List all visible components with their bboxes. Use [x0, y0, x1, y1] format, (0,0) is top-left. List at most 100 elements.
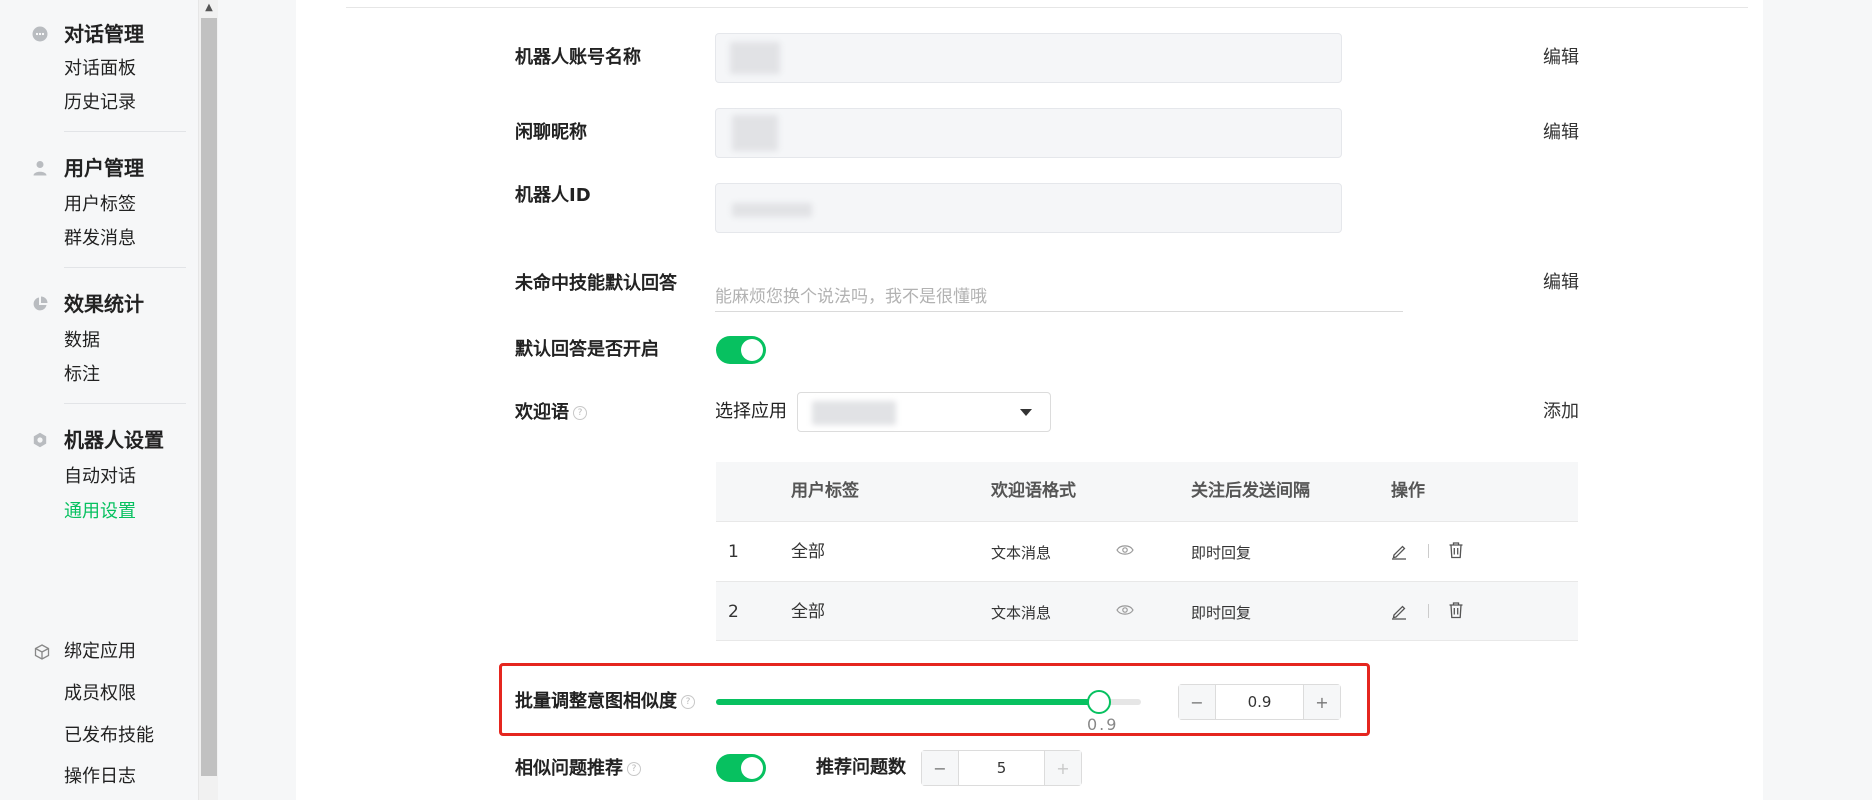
trash-icon[interactable]: [1447, 601, 1465, 619]
chat-bubble-icon: [32, 26, 48, 42]
toggle-knob: [741, 339, 763, 361]
default-reply-label: 未命中技能默认回答: [515, 273, 677, 294]
table-header: 用户标签 欢迎语格式 关注后发送间隔 操作: [716, 462, 1578, 521]
pencil-icon[interactable]: [1390, 602, 1408, 620]
default-reply-toggle[interactable]: [716, 336, 766, 364]
account-name-field[interactable]: [715, 33, 1342, 83]
column-header: 操作: [1391, 481, 1425, 501]
help-icon[interactable]: ?: [573, 406, 587, 420]
sidebar-item-bind-app[interactable]: 绑定应用: [64, 640, 136, 664]
redacted-value: [812, 401, 896, 425]
sidebar-item-auto-dialog[interactable]: 自动对话: [64, 465, 136, 489]
row-interval: 即时回复: [1191, 544, 1252, 562]
column-header: 欢迎语格式: [991, 481, 1076, 501]
row-format: 文本消息: [991, 604, 1052, 622]
column-header: 用户标签: [791, 481, 859, 501]
cube-icon: [34, 644, 50, 660]
sidebar-item-data[interactable]: 数据: [64, 329, 100, 353]
account-name-label: 机器人账号名称: [515, 47, 641, 68]
default-reply-edit-link[interactable]: 编辑: [1543, 271, 1579, 295]
sidebar-item-dialog-panel[interactable]: 对话面板: [64, 57, 136, 81]
decrement-button[interactable]: −: [922, 751, 959, 785]
row-user-tag: 全部: [791, 602, 825, 622]
increment-button[interactable]: +: [1044, 751, 1081, 785]
welcome-table: 用户标签 欢迎语格式 关注后发送间隔 操作 1 全部 文本消息 即时回复 2 全…: [716, 462, 1578, 641]
robot-id-label: 机器人ID: [515, 185, 591, 206]
welcome-add-link[interactable]: 添加: [1543, 400, 1579, 424]
toggle-knob: [741, 757, 763, 779]
increment-button[interactable]: +: [1303, 685, 1340, 719]
sidebar-item-operation-log[interactable]: 操作日志: [64, 765, 136, 789]
default-reply-placeholder: 能麻烦您换个说法吗，我不是很懂哦: [715, 287, 987, 307]
user-icon: [33, 161, 47, 176]
eye-icon[interactable]: [1116, 544, 1134, 556]
stepper-value[interactable]: 5: [959, 751, 1044, 785]
app-select[interactable]: [797, 392, 1051, 432]
recommend-toggle[interactable]: [716, 754, 766, 782]
sidebar-group-title: 机器人设置: [64, 428, 164, 452]
slider-fill: [716, 699, 1099, 705]
similarity-slider[interactable]: [716, 690, 1141, 714]
chat-nickname-edit-link[interactable]: 编辑: [1543, 121, 1579, 145]
sidebar-divider: [64, 403, 186, 404]
sidebar-item-published-skills[interactable]: 已发布技能: [64, 724, 154, 748]
row-user-tag: 全部: [791, 542, 825, 562]
sidebar-group-title: 用户管理: [64, 156, 144, 180]
row-index: 2: [728, 602, 739, 622]
action-divider: [1428, 544, 1429, 558]
page-gutter-left: [218, 0, 296, 800]
pie-chart-icon: [33, 296, 48, 311]
redacted-value: [730, 42, 780, 74]
row-interval: 即时回复: [1191, 604, 1252, 622]
sidebar-group-title: 对话管理: [64, 22, 144, 46]
select-app-label: 选择应用: [715, 401, 787, 422]
trash-icon[interactable]: [1447, 541, 1465, 559]
account-name-edit-link[interactable]: 编辑: [1543, 46, 1579, 70]
recommend-label: 相似问题推荐: [515, 758, 623, 779]
sidebar-item-history[interactable]: 历史记录: [64, 91, 136, 115]
recommend-label-row: 相似问题推荐?: [515, 757, 641, 781]
help-icon[interactable]: ?: [681, 695, 695, 709]
app-root: 对话管理 对话面板 历史记录 用户管理 用户标签 群发消息 效果统计 数据 标注: [0, 0, 1872, 800]
sidebar-item-broadcast[interactable]: 群发消息: [64, 227, 136, 251]
stepper-value[interactable]: 0.9: [1216, 685, 1303, 719]
scrollbar-thumb[interactable]: [201, 18, 217, 776]
chat-nickname-field[interactable]: [715, 108, 1342, 158]
recommend-count-stepper[interactable]: − 5 +: [921, 750, 1082, 786]
default-reply-input[interactable]: 能麻烦您换个说法吗，我不是很懂哦: [715, 272, 1403, 312]
section-divider: [346, 7, 1748, 8]
sidebar-item-annotation[interactable]: 标注: [64, 363, 100, 387]
sidebar-divider: [64, 131, 186, 132]
slider-value-label: 0.9: [1087, 715, 1119, 734]
sidebar-item-general-settings[interactable]: 通用设置: [64, 500, 136, 524]
redacted-value: [732, 115, 778, 151]
similarity-label-row: 批量调整意图相似度?: [515, 690, 695, 714]
redacted-value: [732, 203, 812, 217]
row-format: 文本消息: [991, 544, 1052, 562]
robot-id-field: [715, 183, 1342, 233]
page-gutter-right: [1763, 0, 1872, 800]
similarity-label: 批量调整意图相似度: [515, 691, 677, 712]
sidebar-item-user-tags[interactable]: 用户标签: [64, 193, 136, 217]
chevron-down-icon: [1020, 409, 1032, 416]
sidebar-item-member-permissions[interactable]: 成员权限: [64, 682, 136, 706]
default-reply-enabled-label: 默认回答是否开启: [515, 339, 659, 360]
slider-handle[interactable]: [1087, 690, 1111, 714]
welcome-label: 欢迎语: [515, 402, 569, 423]
eye-icon[interactable]: [1116, 604, 1134, 616]
similarity-stepper[interactable]: − 0.9 +: [1178, 684, 1341, 720]
table-row: 1 全部 文本消息 即时回复: [716, 521, 1578, 581]
sidebar-scrollbar[interactable]: ▲: [198, 0, 218, 800]
sidebar: 对话管理 对话面板 历史记录 用户管理 用户标签 群发消息 效果统计 数据 标注: [0, 0, 198, 800]
decrement-button[interactable]: −: [1179, 685, 1216, 719]
sidebar-divider: [64, 267, 186, 268]
chat-nickname-label: 闲聊昵称: [515, 122, 587, 143]
scroll-up-arrow-icon[interactable]: ▲: [203, 2, 215, 14]
row-index: 1: [728, 542, 739, 562]
column-header: 关注后发送间隔: [1191, 481, 1310, 501]
gear-icon: [33, 432, 47, 448]
pencil-icon[interactable]: [1390, 542, 1408, 560]
action-divider: [1428, 604, 1429, 618]
recommend-count-label: 推荐问题数: [816, 757, 906, 778]
help-icon[interactable]: ?: [627, 762, 641, 776]
